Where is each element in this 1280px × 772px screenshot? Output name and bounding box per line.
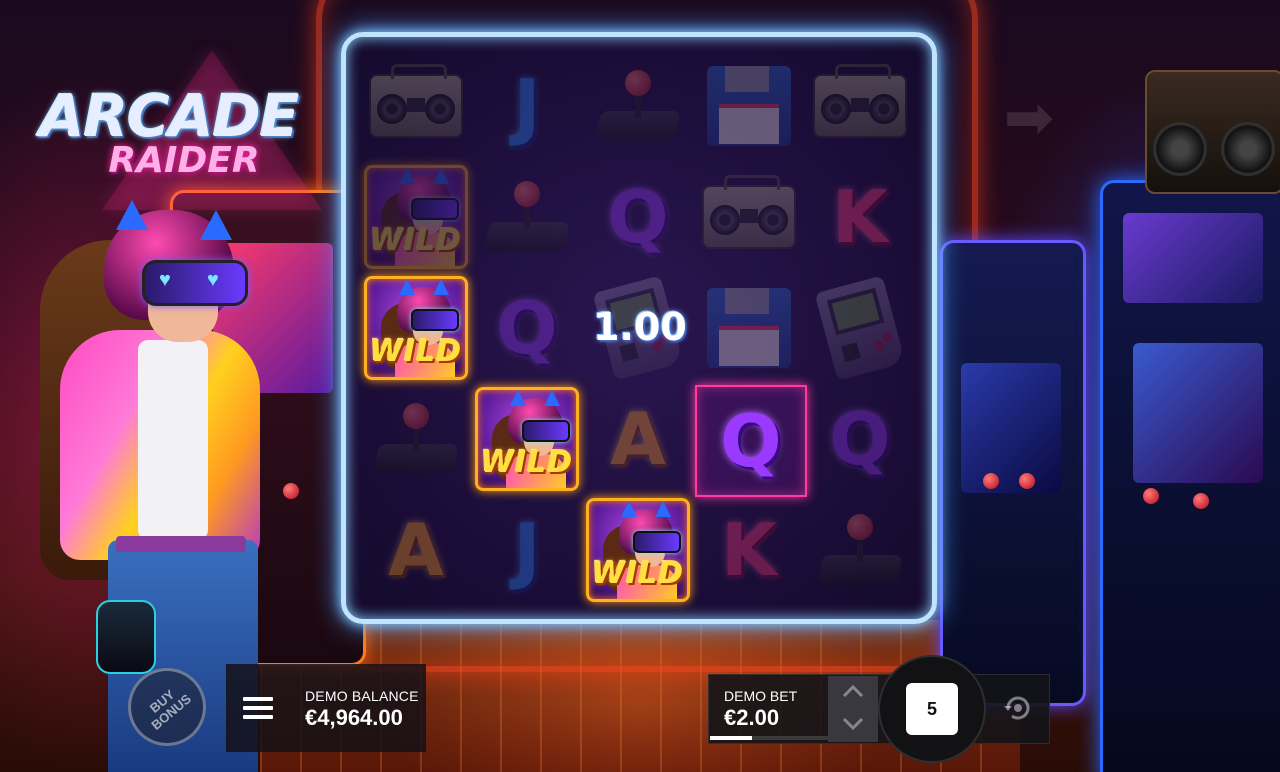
wild-tile: WILD	[364, 276, 468, 380]
symbol-boombox	[362, 52, 470, 160]
symbol-letter: Q	[829, 397, 891, 481]
symbol-handheld	[806, 274, 914, 382]
symbol-boombox	[806, 52, 914, 160]
symbol-a: A	[584, 385, 692, 493]
boombox-icon	[813, 64, 907, 138]
game-scene: ➡ ARCADE RAIDER ♥ ♥ J WILD Q K WILD Q WILD A Q Q A J…	[0, 0, 1280, 772]
symbol-q: Q	[695, 385, 807, 497]
symbol-k: K	[695, 496, 803, 604]
cabinet-screen	[1133, 343, 1263, 483]
buy-bonus-button[interactable]: BUY BONUS	[128, 668, 206, 746]
wild-label: WILD	[591, 556, 685, 591]
floppy-disk-icon	[707, 288, 791, 368]
bet-label: DEMO BET	[724, 688, 798, 704]
joystick-icon	[593, 66, 683, 146]
joystick-icon	[482, 177, 572, 257]
wild-tile: WILD	[586, 498, 690, 602]
chevron-down-icon	[842, 717, 864, 731]
cabinet-knob	[1193, 493, 1209, 509]
symbol-wild: WILD	[362, 274, 470, 382]
balance-label: DEMO BALANCE	[305, 688, 419, 704]
bet-value: €2.00	[724, 705, 780, 730]
symbol-joystick	[584, 52, 692, 160]
arrow-right-icon: ➡	[1003, 83, 1055, 153]
symbol-letter: A	[388, 508, 444, 592]
bet-stepper	[828, 676, 878, 742]
symbol-wild: WILD	[584, 496, 692, 604]
joystick-icon	[371, 399, 461, 479]
menu-button[interactable]	[230, 680, 286, 736]
symbol-letter: J	[513, 508, 541, 592]
arcade-cabinet-right-far	[1100, 180, 1280, 772]
symbol-boombox	[695, 163, 803, 271]
symbol-joystick	[473, 163, 581, 271]
cabinet-knob	[283, 483, 299, 499]
symbol-letter: J	[513, 64, 541, 148]
symbol-q: Q	[806, 385, 914, 493]
wild-label: WILD	[369, 334, 463, 369]
balance-value: €4,964.00	[305, 705, 403, 730]
bet-level-bar	[710, 736, 828, 740]
symbol-q: Q	[584, 163, 692, 271]
symbol-letter: A	[610, 397, 666, 481]
bet-decrease-button[interactable]	[828, 709, 878, 742]
symbol-joystick	[362, 385, 470, 493]
cabinet-knob	[983, 473, 999, 489]
symbol-letter: Q	[720, 399, 782, 483]
menu-icon	[243, 697, 273, 701]
symbol-j: J	[473, 496, 581, 604]
joystick-icon	[815, 510, 905, 590]
symbol-j: J	[473, 52, 581, 160]
background-boombox	[1145, 70, 1280, 194]
symbol-letter: K	[721, 508, 777, 592]
cabinet-screen	[961, 363, 1061, 493]
buy-bonus-label: BUY BONUS	[146, 686, 194, 733]
boombox-icon	[369, 64, 463, 138]
symbol-a: A	[362, 496, 470, 604]
win-amount: 1.00	[593, 305, 687, 349]
boombox-icon	[702, 175, 796, 249]
floppy-disk-icon	[707, 66, 791, 146]
symbol-wild: WILD	[473, 385, 581, 493]
chevron-up-icon	[842, 684, 864, 698]
bet-increase-button[interactable]	[828, 676, 878, 709]
symbol-letter: Q	[496, 286, 558, 370]
symbol-k: K	[806, 163, 914, 271]
wild-label: WILD	[369, 223, 463, 258]
symbol-letter: Q	[607, 175, 669, 259]
symbol-q: Q	[473, 274, 581, 382]
cabinet-marquee	[1123, 213, 1263, 303]
arcade-cabinet-right-near	[940, 240, 1086, 706]
logo-subtitle: RAIDER	[108, 140, 260, 181]
autoplay-button[interactable]	[1000, 690, 1036, 726]
cabinet-knob	[1019, 473, 1035, 489]
symbol-wild: WILD	[362, 163, 470, 271]
cabinet-knob	[1143, 488, 1159, 504]
symbol-floppy	[695, 52, 803, 160]
symbol-floppy	[695, 274, 803, 382]
bet-level-fill	[710, 736, 753, 740]
symbol-letter: K	[832, 175, 888, 259]
symbol-joystick	[806, 496, 914, 604]
autoplay-icon	[1004, 696, 1030, 720]
handheld-console-icon	[814, 275, 906, 381]
game-logo: ARCADE RAIDER	[24, 40, 322, 210]
spin-button[interactable]: 5	[906, 683, 958, 735]
wild-label: WILD	[480, 445, 574, 480]
wild-tile: WILD	[475, 387, 579, 491]
wild-tile: WILD	[364, 165, 468, 269]
